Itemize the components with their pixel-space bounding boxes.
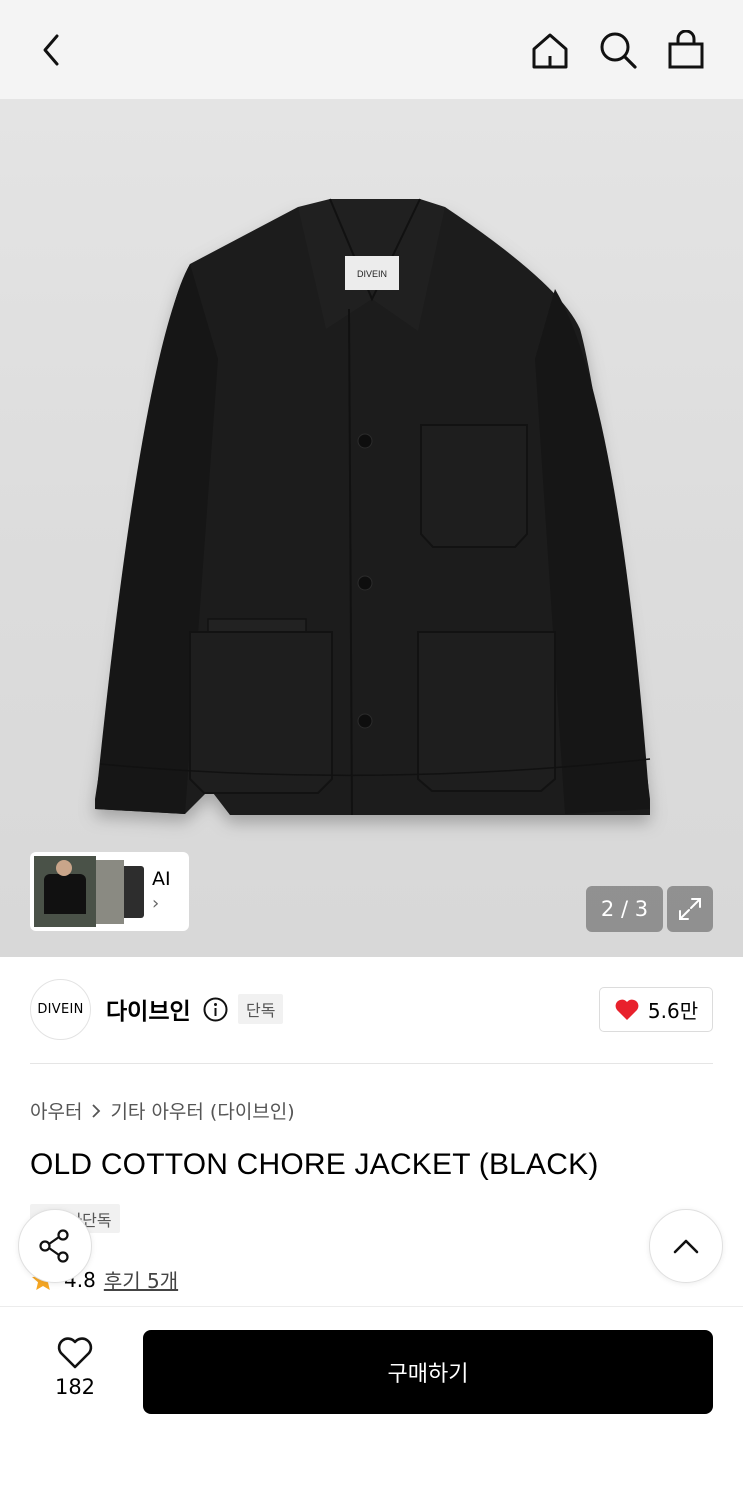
home-icon — [532, 33, 568, 69]
chevron-up-icon — [673, 1239, 699, 1254]
product-image-carousel[interactable]: DIVEIN AI › 2 / 3 — [0, 99, 743, 957]
ai-styling-thumbnail[interactable]: AI › — [30, 852, 189, 931]
wishlist-count: 182 — [54, 1375, 96, 1399]
expand-icon — [679, 898, 701, 920]
top-nav-bar — [0, 0, 743, 99]
brand-like-count: 5.6만 — [647, 999, 699, 1023]
info-icon[interactable] — [203, 997, 228, 1022]
shopping-bag-icon — [668, 30, 704, 69]
buy-button[interactable]: 구매하기 — [143, 1330, 713, 1414]
brand-name[interactable]: 다이브인 — [106, 992, 191, 1026]
chevron-right-icon — [92, 1103, 101, 1118]
search-icon — [600, 32, 637, 69]
breadcrumb-category[interactable]: 아우터 — [30, 1097, 82, 1124]
review-link[interactable]: 후기 5개 — [104, 1265, 178, 1294]
share-button[interactable] — [18, 1209, 92, 1283]
jacket-label-text: DIVEIN — [357, 269, 387, 279]
chevron-right-icon: › — [152, 893, 160, 914]
search-button[interactable] — [590, 22, 646, 78]
breadcrumb-subcategory[interactable]: 기타 아우터 (다이브인) — [110, 1097, 294, 1124]
image-pager: 2 / 3 — [586, 886, 663, 932]
product-title: OLD COTTON CHORE JACKET (BLACK) — [30, 1148, 599, 1181]
share-icon — [39, 1229, 69, 1263]
divider — [30, 1063, 713, 1064]
brand-logo[interactable]: DIVEIN — [30, 979, 91, 1040]
thumbnail-images — [34, 856, 146, 927]
thumbnail-model-2 — [92, 860, 124, 924]
ai-label: AI › — [152, 870, 171, 913]
home-button[interactable] — [522, 22, 578, 78]
breadcrumb: 아우터 기타 아우터 (다이브인) — [30, 1097, 295, 1124]
wishlist-button[interactable]: 182 — [35, 1335, 115, 1399]
brand-like-button[interactable]: 5.6만 — [599, 987, 713, 1032]
exclusive-badge: 단독 — [238, 994, 284, 1024]
brand-row: DIVEIN 다이브인 단독 5.6만 — [30, 978, 713, 1040]
bottom-purchase-bar: 182 구매하기 — [0, 1306, 743, 1500]
chevron-left-icon — [43, 34, 59, 66]
ai-text: AI — [152, 868, 171, 890]
heart-outline-icon — [57, 1337, 93, 1369]
heart-filled-icon — [615, 999, 639, 1020]
scroll-top-button[interactable] — [649, 1209, 723, 1283]
expand-button[interactable] — [667, 886, 713, 932]
thumbnail-model-1 — [34, 856, 96, 927]
cart-button[interactable] — [658, 22, 714, 78]
product-image-jacket: DIVEIN — [95, 198, 651, 816]
back-button[interactable] — [24, 22, 80, 78]
